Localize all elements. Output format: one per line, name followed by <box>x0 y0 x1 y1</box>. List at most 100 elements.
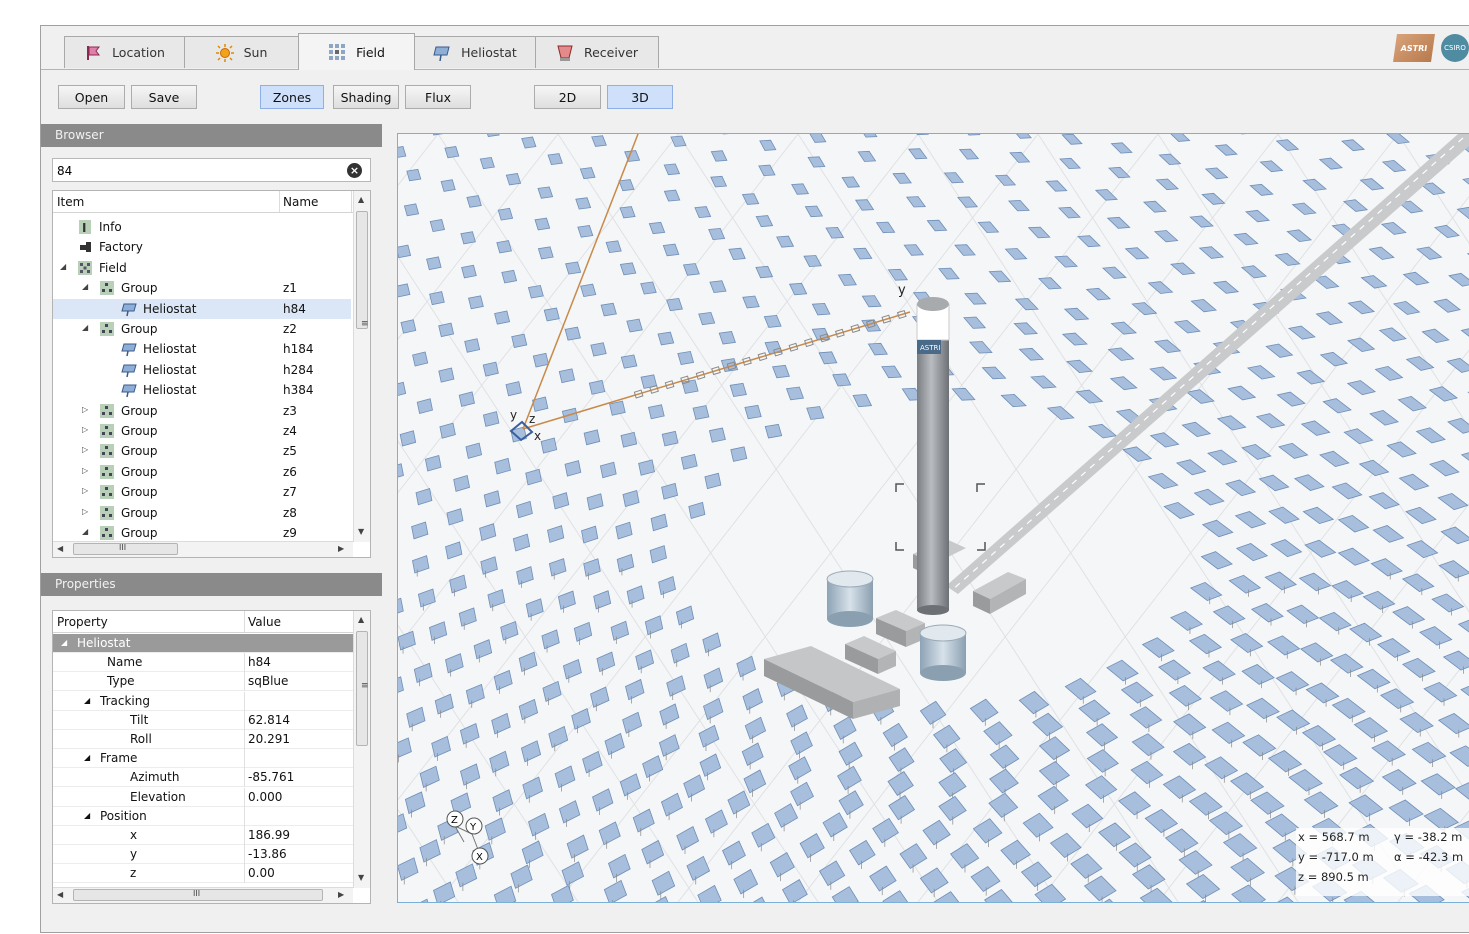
tab-label: Field <box>356 44 385 60</box>
svg-text:X: X <box>476 852 483 863</box>
heliostat-icon <box>121 362 137 378</box>
property-row[interactable]: ◢ Position <box>53 806 353 826</box>
tab-receiver[interactable]: Receiver <box>535 36 659 68</box>
tree-row[interactable]: ▷ Group z5 <box>53 441 351 461</box>
tree-row-label: Heliostat <box>143 383 197 398</box>
search-input[interactable] <box>55 160 339 182</box>
tree-row[interactable]: I Info <box>53 217 351 237</box>
view-3d-button[interactable]: 3D <box>607 85 673 109</box>
property-key: x <box>130 828 138 842</box>
flux-button[interactable]: Flux <box>405 85 471 109</box>
expand-arrow-icon[interactable]: ◢ <box>82 323 88 332</box>
tree-row[interactable]: ◢ Group z2 <box>53 319 351 339</box>
tab-sun[interactable]: Sun <box>184 36 299 68</box>
property-row[interactable]: Tilt 62.814 <box>53 710 353 730</box>
tab-location[interactable]: Location <box>64 36 185 68</box>
tree-vertical-scrollbar[interactable]: ▲ ≡ ▼ <box>353 191 370 542</box>
expand-arrow-icon[interactable]: ◢ <box>84 696 90 705</box>
property-row[interactable]: ◢ Frame <box>53 749 353 769</box>
tree-row[interactable]: Heliostat h184 <box>53 339 351 359</box>
collapse-arrow-icon[interactable]: ▷ <box>82 445 88 454</box>
tree-row-name: z6 <box>283 464 297 479</box>
property-row[interactable]: ◢ Tracking <box>53 691 353 711</box>
property-row[interactable]: y -13.86 <box>53 845 353 865</box>
coord-x: x = 568.7 m <box>1298 830 1370 844</box>
view-2d-button[interactable]: 2D <box>534 85 601 109</box>
tree-row[interactable]: ▷ Group z3 <box>53 401 351 421</box>
properties-header: Properties <box>41 573 382 596</box>
tree-row-name: z9 <box>283 526 297 540</box>
browser-header: Browser <box>41 124 382 147</box>
collapse-arrow-icon[interactable]: ▷ <box>82 425 88 434</box>
column-item[interactable]: Item <box>57 195 84 209</box>
collapse-arrow-icon[interactable]: ▷ <box>82 466 88 475</box>
tree-row[interactable]: ▷ Group z4 <box>53 421 351 441</box>
tree-row-label: Group <box>121 281 158 296</box>
tree-horizontal-scrollbar[interactable]: ◀ III ▶ <box>53 541 353 557</box>
column-value[interactable]: Value <box>248 615 281 629</box>
property-key: Type <box>107 674 135 689</box>
astri-logo: ASTRI <box>1393 34 1435 62</box>
column-name[interactable]: Name <box>283 195 318 209</box>
property-row[interactable]: Azimuth -85.761 <box>53 768 353 788</box>
property-row[interactable]: ◢ Heliostat <box>53 634 353 653</box>
tree-row[interactable]: ◢ Field <box>53 258 351 278</box>
zones-button[interactable]: Zones <box>260 85 324 109</box>
tree-row-label: Group <box>121 403 158 418</box>
expand-arrow-icon[interactable]: ◢ <box>82 527 88 536</box>
app-window: Location Sun Field Heliostat Receiver AS… <box>40 25 1469 933</box>
sun-icon <box>215 43 234 62</box>
browser-tree: Item Name I Info Factory ◢ Field ◢ Group z1 Heli… <box>52 190 371 558</box>
expand-arrow-icon[interactable]: ◢ <box>61 638 67 647</box>
save-button[interactable]: Save <box>131 85 197 109</box>
heliostat-icon <box>433 44 451 62</box>
tab-heliostat[interactable]: Heliostat <box>414 36 536 68</box>
tree-row[interactable]: Heliostat h284 <box>53 360 351 380</box>
tree-row-label: Factory <box>99 240 143 255</box>
shading-button[interactable]: Shading <box>333 85 399 109</box>
field-3d-viewport[interactable]: ASTRI y y z x Z Y X x = 568.7 m γ = -38.… <box>397 133 1469 903</box>
property-row[interactable]: Elevation 0.000 <box>53 787 353 807</box>
tree-row[interactable]: ◢ Group z1 <box>53 278 351 298</box>
tree-row-label: Group <box>121 464 158 479</box>
tab-field[interactable]: Field <box>298 33 415 70</box>
tree-row-name: z2 <box>283 322 297 336</box>
clear-search-icon[interactable]: × <box>347 163 362 178</box>
column-property[interactable]: Property <box>57 615 108 629</box>
property-row[interactable]: Roll 20.291 <box>53 730 353 749</box>
group-icon <box>99 321 115 337</box>
svg-text:x: x <box>534 429 541 443</box>
tree-row-label: Heliostat <box>143 362 197 377</box>
property-row[interactable]: z 0.00 <box>53 864 353 884</box>
collapse-arrow-icon[interactable]: ▷ <box>82 507 88 516</box>
property-row[interactable]: Name h84 <box>53 653 353 673</box>
tree-row[interactable]: ▷ Group z7 <box>53 482 351 502</box>
collapse-arrow-icon[interactable]: ▷ <box>82 486 88 495</box>
tree-row[interactable]: Factory <box>53 237 351 257</box>
field-icon <box>77 260 93 276</box>
collapse-arrow-icon[interactable]: ▷ <box>82 405 88 414</box>
tab-label: Receiver <box>583 45 639 60</box>
tree-row[interactable]: Heliostat h384 <box>53 380 351 400</box>
expand-arrow-icon[interactable]: ◢ <box>82 282 88 291</box>
tab-bar: Location Sun Field Heliostat Receiver AS… <box>41 26 1469 70</box>
props-horizontal-scrollbar[interactable]: ◀ III ▶ <box>53 887 353 903</box>
orientation-gizmo[interactable]: Z Y X <box>446 810 489 865</box>
tree-row[interactable]: ▷ Group z8 <box>53 503 351 523</box>
tree-row[interactable]: Heliostat h84 <box>53 298 351 319</box>
expand-arrow-icon[interactable]: ◢ <box>84 753 90 762</box>
expand-arrow-icon[interactable]: ◢ <box>84 811 90 820</box>
open-button[interactable]: Open <box>58 85 125 109</box>
tree-row[interactable]: ◢ Group z9 <box>53 523 351 543</box>
property-key: Heliostat <box>77 636 131 650</box>
property-key: Azimuth <box>130 770 180 785</box>
field-scene: ASTRI y y z x Z Y X <box>398 134 1469 902</box>
property-row[interactable]: Type sqBlue <box>53 672 353 692</box>
props-vertical-scrollbar[interactable]: ▲ ≡ ▼ <box>353 611 370 888</box>
property-key: Roll <box>130 732 152 746</box>
group-icon <box>99 525 115 541</box>
property-value: 20.291 <box>248 732 290 746</box>
property-row[interactable]: x 186.99 <box>53 826 353 845</box>
tree-row[interactable]: ▷ Group z6 <box>53 462 351 482</box>
expand-arrow-icon[interactable]: ◢ <box>60 262 66 271</box>
